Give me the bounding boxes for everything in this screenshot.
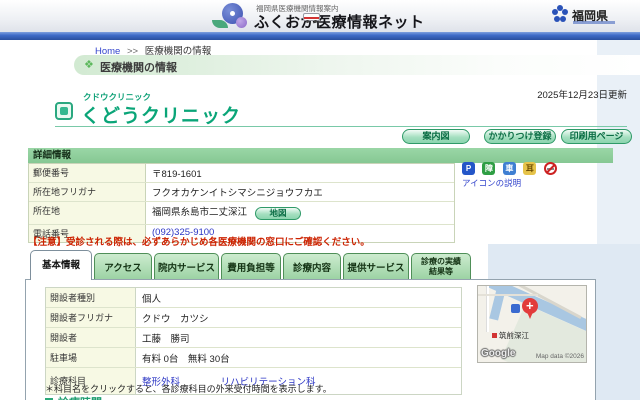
site-title: ふくおか医療情報ネット [254,14,425,31]
row-label: 開設者種別 [46,288,136,307]
page: 福岡県医療機関情報案内 ふくおか医療情報ネット 福岡県 Home >> 医療機関… [0,0,640,400]
row-label: 所在地フリガナ [29,183,146,201]
clinic-underline [55,126,627,127]
address-furigana-value: フクオカケンイトシマシニジョウフカエ [152,188,323,199]
site-header: 福岡県医療機関情報案内 ふくおか医療情報ネット 福岡県 [0,0,640,32]
map-thumbnail[interactable]: 筑前深江 Google Map data ©2026 [477,285,587,363]
next-section-heading: 診療時間 [45,394,102,400]
tab-access[interactable]: アクセス [94,253,152,279]
map-copyright: Map data ©2026 [535,353,584,360]
table-row: 開設者種別 個人 [46,288,461,308]
tab-basic-info[interactable]: 基本情報 [30,250,92,280]
station-label: 筑前深江 [492,330,529,341]
tab-results-line2: 結果等 [429,266,453,276]
section-header-bar: ❖ 医療機関の情報 [74,55,640,75]
icon-description-link[interactable]: アイコンの説明 [462,177,521,189]
pref-flower-icon [552,9,558,15]
fukuoka-pref-logo[interactable]: 福岡県 [552,7,632,27]
no-smoking-icon [543,162,557,175]
ambulance-icon [303,13,320,24]
table-row: 所在地フリガナ フクオカケンイトシマシニジョウフカエ [29,183,454,202]
print-page-button[interactable]: 印刷用ページ [561,129,632,144]
parking-value: 有料 0台 無料 30台 [142,353,230,365]
founder-furigana-value: クドウ カツシ [142,313,209,325]
detail-table-header: 詳細情報 [28,148,613,163]
tab-results-line1: 診療の実績 [421,257,461,266]
table-row: 開設者フリガナ クドウ カツシ [46,308,461,328]
table-row: 所在地 福岡県糸島市二丈深江 地図 [29,202,454,225]
updated-date: 2025年12月23日更新 [537,90,627,101]
google-logo: Google [481,348,516,359]
notice-text: 【注意】受診される際は、必ずあらかじめ各医療機関の窓口にご確認ください。 [28,237,370,248]
row-label: 駐車場 [46,348,136,367]
table-row: 駐車場 有料 0台 無料 30台 [46,348,461,368]
detail-table: 郵便番号 〒819-1601 所在地フリガナ フクオカケンイトシマシニジョウフカ… [28,163,455,243]
map-button[interactable]: 地図 [255,207,301,220]
tab-treatment[interactable]: 診療内容 [283,253,341,279]
table-row: 郵便番号 〒819-1601 [29,164,454,183]
pref-logo-subtext [573,21,615,24]
map-river-branch [489,286,508,321]
section-title: 医療機関の情報 [100,62,177,74]
header-divider-bar [0,32,640,40]
tab-provided-services[interactable]: 提供サービス [343,253,409,279]
map-road-horizontal [478,294,538,296]
section-diamond-icon: ❖ [84,59,94,71]
tab-hospital-services[interactable]: 院内サービス [154,253,219,279]
tab-costs[interactable]: 費用負担等 [221,253,281,279]
wheelchair-icon: 車 [502,162,516,175]
founder-type-value: 個人 [142,293,162,305]
parking-icon: P [462,162,475,175]
map-place-icon [511,304,520,313]
basic-info-table: 開設者種別 個人 開設者フリガナ クドウ カツシ 開設者 工藤 勝司 駐車場 有… [45,287,462,395]
tab-results[interactable]: 診療の実績 結果等 [411,253,471,279]
table-row: 開設者 工藤 勝司 [46,328,461,348]
row-label: 所在地 [29,202,146,224]
row-label: 開設者フリガナ [46,308,136,327]
guide-map-button[interactable]: 案内図 [402,129,470,144]
row-label: 開設者 [46,328,136,347]
postal-code-value: 〒819-1601 [152,169,202,180]
site-logo-flower-icon [212,2,254,30]
clinic-map-marker-icon [522,298,538,319]
kakaritsuke-register-button[interactable]: かかりつけ登録 [484,129,556,144]
accessibility-icon: 障 [482,162,496,175]
hearing-support-icon: 耳 [523,162,537,175]
map-road-vertical [486,286,489,332]
row-label: 郵便番号 [29,164,146,182]
clinic-bullet-icon [55,102,73,120]
founder-name-value: 工藤 勝司 [142,333,190,345]
clinic-name: くどうクリニック [81,106,242,127]
